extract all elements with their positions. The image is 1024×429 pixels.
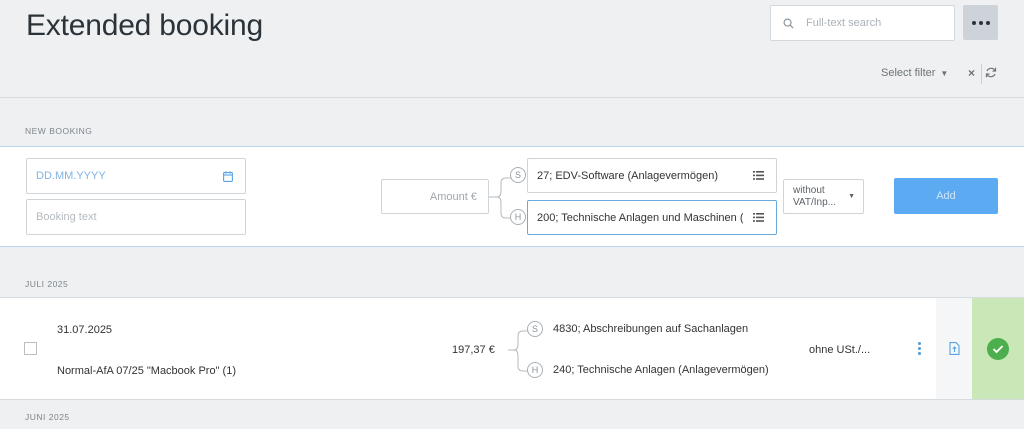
attachment-button[interactable]: [936, 298, 972, 399]
booking-text-field[interactable]: Booking text: [26, 199, 246, 235]
amount-placeholder: Amount €: [429, 190, 477, 203]
credit-account-field[interactable]: 200; Technische Anlagen und Maschinen (A: [527, 200, 777, 235]
new-booking-section-label: NEW BOOKING: [25, 126, 93, 136]
search-input[interactable]: [806, 17, 946, 29]
search-field[interactable]: [770, 5, 955, 41]
debit-account-field[interactable]: 27; EDV-Software (Anlagevermögen): [527, 158, 777, 193]
booking-text-placeholder: Booking text: [36, 211, 97, 223]
check-circle-icon: [987, 337, 1009, 360]
month-group-label: JULI 2025: [25, 279, 69, 289]
vat-select[interactable]: without VAT/Inp... ▼: [783, 179, 864, 214]
credit-account-value: 200; Technische Anlagen und Maschinen (A: [537, 211, 743, 224]
caret-down-icon: ▼: [940, 68, 949, 78]
page-title: Extended booking: [26, 9, 263, 42]
debit-marker: S: [527, 321, 543, 337]
debit-marker: S: [510, 167, 526, 183]
select-filter-dropdown[interactable]: Select filter ▼: [881, 67, 948, 79]
more-horizontal-icon: [971, 20, 976, 25]
divider: [0, 97, 1024, 98]
table-row[interactable]: 31.07.2025 Normal-AfA 07/25 "Macbook Pro…: [0, 297, 1024, 400]
row-credit-account: 240; Technische Anlagen (Anlagevermögen): [553, 364, 769, 376]
amount-field[interactable]: Amount €: [381, 179, 489, 214]
refresh-icon[interactable]: [985, 66, 997, 79]
select-filter-label: Select filter: [881, 67, 936, 79]
credit-marker: H: [510, 209, 526, 225]
row-amount: 197,37 €: [452, 344, 495, 356]
month-group-label: JUNI 2025: [25, 412, 70, 422]
divider: [981, 64, 982, 84]
list-icon[interactable]: [753, 213, 764, 222]
vat-select-value: without VAT/Inp...: [793, 184, 836, 208]
row-date: 31.07.2025: [57, 324, 113, 336]
new-booking-form: DD.MM.YYYY Booking text Amount € S H 27;…: [0, 146, 1024, 247]
add-button[interactable]: Add: [894, 178, 998, 214]
booking-date-field[interactable]: DD.MM.YYYY: [26, 158, 246, 194]
search-icon: [783, 18, 794, 29]
more-options-button[interactable]: [963, 5, 998, 40]
more-vertical-icon[interactable]: [918, 342, 921, 355]
calendar-icon[interactable]: [223, 170, 233, 182]
row-checkbox[interactable]: [24, 342, 37, 355]
caret-down-icon: ▼: [848, 192, 855, 200]
booking-date-placeholder: DD.MM.YYYY: [36, 170, 106, 182]
row-booking-text: Normal-AfA 07/25 "Macbook Pro" (1): [57, 365, 236, 377]
list-icon[interactable]: [753, 171, 764, 180]
debit-account-value: 27; EDV-Software (Anlagevermögen): [537, 169, 718, 182]
status-cell[interactable]: [972, 298, 1024, 399]
clear-filter-button[interactable]: ×: [968, 66, 975, 80]
row-debit-account: 4830; Abschreibungen auf Sachanlagen: [553, 323, 749, 335]
row-vat: ohne USt./...: [809, 344, 871, 356]
credit-marker: H: [527, 362, 543, 378]
document-icon: [948, 342, 960, 355]
